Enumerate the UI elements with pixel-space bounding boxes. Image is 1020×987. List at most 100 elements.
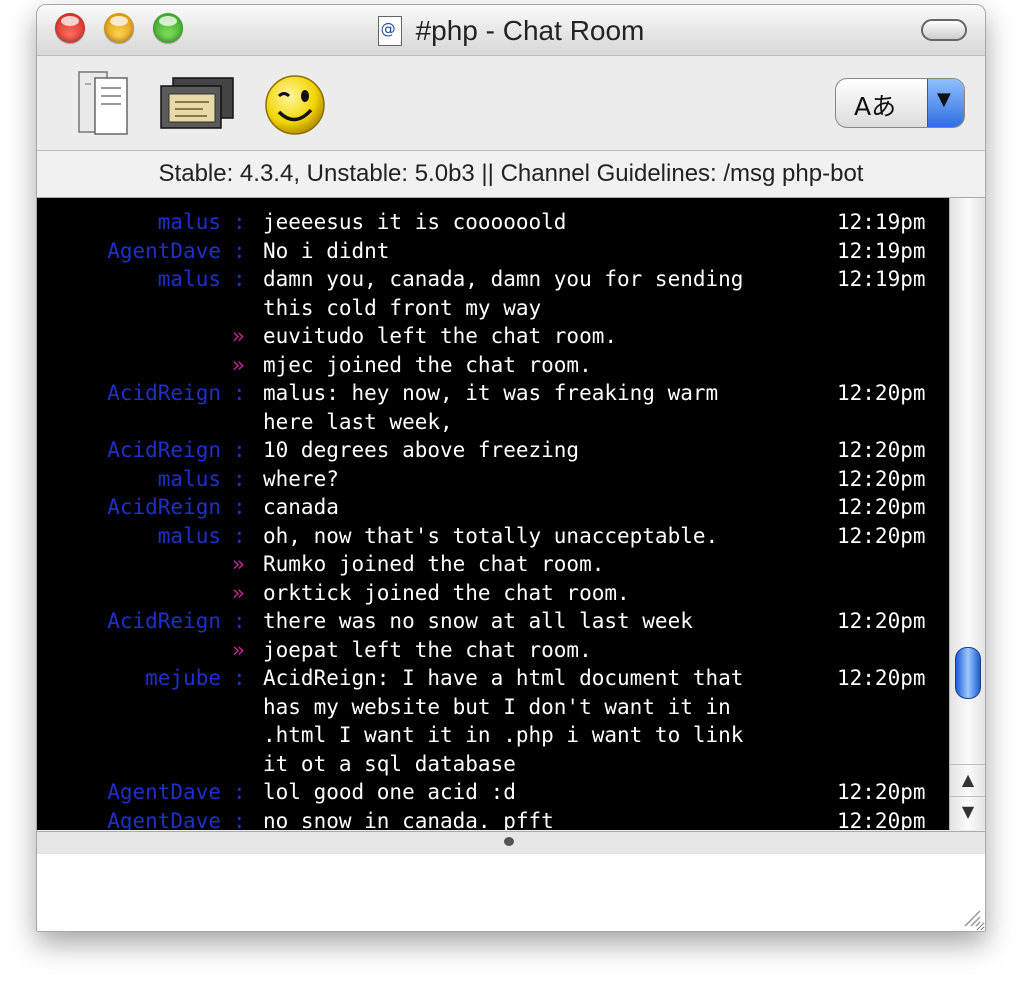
chat-message-row: malus: oh, now that's totally unacceptabl… bbox=[37, 524, 949, 552]
message-text: .html I want it in .php i want to link bbox=[263, 723, 744, 747]
message-nick[interactable]: malus bbox=[37, 524, 221, 548]
message-text: AcidReign: I have a html document that bbox=[263, 666, 744, 690]
chat-transcript[interactable]: malus: jeeeesus it is coooooold 12:19pm Age… bbox=[37, 198, 949, 830]
message-text: lol good one acid :d bbox=[263, 780, 516, 804]
chevron-down-glyph: ▼ bbox=[937, 89, 951, 110]
smiley-emoticon-icon[interactable] bbox=[263, 74, 327, 136]
message-timestamp: 12:20pm bbox=[837, 438, 926, 462]
scrollbar-thumb[interactable] bbox=[955, 647, 981, 700]
message-timestamp: 12:19pm bbox=[837, 210, 926, 234]
message-timestamp: 12:20pm bbox=[837, 780, 926, 804]
chat-message-row: this cold front my way bbox=[37, 296, 949, 324]
system-message-row: » orktick joined the chat room. bbox=[37, 581, 949, 609]
message-nick[interactable]: malus bbox=[37, 467, 221, 491]
resize-grip-icon[interactable] bbox=[961, 907, 981, 927]
chat-scrollbar[interactable]: ▲ ▼ bbox=[949, 198, 985, 830]
toolbar: Aあ ▼ bbox=[37, 56, 985, 151]
message-text: mjec joined the chat room. bbox=[263, 352, 592, 377]
user-list-drawer-icon[interactable] bbox=[77, 68, 131, 136]
system-arrow-icon: » bbox=[232, 552, 245, 576]
nick-separator: : bbox=[233, 609, 246, 633]
system-message-row: » Rumko joined the chat room. bbox=[37, 552, 949, 580]
chat-message-row: here last week, bbox=[37, 410, 949, 438]
splitter-handle-icon[interactable] bbox=[504, 837, 514, 846]
message-text: damn you, canada, damn you for sending bbox=[263, 267, 744, 291]
message-text: No i didnt bbox=[263, 238, 390, 263]
nick-separator: : bbox=[233, 495, 246, 519]
scroll-up-button[interactable]: ▲ bbox=[950, 764, 985, 795]
nick-separator: : bbox=[233, 238, 246, 263]
message-nick[interactable]: malus bbox=[37, 267, 221, 291]
message-timestamp: 12:20pm bbox=[837, 466, 926, 491]
message-text: here last week, bbox=[263, 409, 453, 434]
message-input[interactable] bbox=[37, 854, 985, 931]
message-timestamp: 12:20pm bbox=[837, 808, 926, 831]
chat-message-row: has my website but I don't want it in bbox=[37, 695, 949, 723]
message-timestamp: 12:19pm bbox=[837, 238, 926, 263]
system-message-row: » mjec joined the chat room. bbox=[37, 353, 949, 381]
system-arrow-icon: » bbox=[232, 324, 245, 348]
chat-message-row: AgentDave: no snow in canada. pfft 12:20pm bbox=[37, 809, 949, 831]
message-nick[interactable]: malus bbox=[37, 210, 221, 234]
message-text: joepat left the chat room. bbox=[263, 637, 592, 662]
channel-topic: Stable: 4.3.4, Unstable: 5.0b3 || Channe… bbox=[37, 151, 985, 198]
chat-message-row: malus: jeeeesus it is coooooold 12:19pm bbox=[37, 210, 949, 238]
chat-window: @ #php - Chat Room Aあ ▼ Stable: 4.3.4, U… bbox=[36, 4, 986, 932]
chat-message-row: AgentDave: lol good one acid :d 12:20pm bbox=[37, 780, 949, 808]
message-nick[interactable]: AgentDave bbox=[37, 239, 221, 263]
chevron-down-icon[interactable]: ▼ bbox=[927, 79, 964, 127]
input-language-label: Aあ bbox=[854, 92, 897, 121]
message-text: oh, now that's totally unacceptable. bbox=[263, 523, 719, 548]
message-text: where? bbox=[263, 466, 339, 491]
message-text: malus: hey now, it was freaking warm bbox=[263, 381, 719, 405]
document-icon-glyph: @ bbox=[380, 20, 396, 38]
input-language-menu[interactable]: Aあ ▼ bbox=[835, 78, 965, 128]
chat-message-row: AcidReign: canada 12:20pm bbox=[37, 495, 949, 523]
chat-message-row: malus: where? 12:20pm bbox=[37, 467, 949, 495]
system-message-row: » euvitudo left the chat room. bbox=[37, 324, 949, 352]
message-text: jeeeesus it is coooooold bbox=[263, 210, 567, 234]
system-arrow-icon: » bbox=[232, 637, 245, 662]
system-message-row: » joepat left the chat room. bbox=[37, 638, 949, 666]
chat-message-row: malus: damn you, canada, damn you for sen… bbox=[37, 267, 949, 295]
message-nick[interactable]: AgentDave bbox=[37, 809, 221, 831]
chat-message-row: it ot a sql database bbox=[37, 752, 949, 780]
message-text: it ot a sql database bbox=[263, 751, 516, 776]
message-nick[interactable]: AcidReign bbox=[37, 438, 221, 462]
nick-separator: : bbox=[233, 523, 246, 548]
message-text: there was no snow at all last week bbox=[263, 609, 693, 633]
window-title: #php - Chat Room bbox=[415, 15, 645, 46]
message-nick[interactable]: mejube bbox=[37, 666, 221, 690]
chat-windows-icon[interactable] bbox=[159, 76, 235, 130]
message-timestamp: 12:20pm bbox=[837, 495, 926, 519]
message-text: euvitudo left the chat room. bbox=[263, 324, 618, 348]
message-text: this cold front my way bbox=[263, 295, 542, 320]
title-bar[interactable]: @ #php - Chat Room bbox=[37, 5, 985, 56]
message-nick[interactable]: AcidReign bbox=[37, 609, 221, 633]
toolbar-toggle-button[interactable] bbox=[921, 19, 967, 41]
nick-separator: : bbox=[233, 210, 246, 234]
nick-separator: : bbox=[233, 808, 246, 831]
nick-separator: : bbox=[233, 381, 246, 405]
nick-separator: : bbox=[233, 466, 246, 491]
message-timestamp: 12:20pm bbox=[837, 609, 926, 633]
nick-separator: : bbox=[233, 666, 246, 690]
system-arrow-icon: » bbox=[232, 580, 245, 605]
nick-separator: : bbox=[233, 438, 246, 462]
message-text: orktick joined the chat room. bbox=[263, 580, 630, 605]
nick-separator: : bbox=[233, 780, 246, 804]
system-arrow-icon: » bbox=[232, 352, 245, 377]
message-nick[interactable]: AgentDave bbox=[37, 780, 221, 804]
message-text: canada bbox=[263, 495, 339, 519]
message-timestamp: 12:20pm bbox=[837, 381, 926, 405]
chat-message-row: AcidReign: there was no snow at all last … bbox=[37, 609, 949, 637]
pane-splitter[interactable] bbox=[37, 831, 985, 855]
message-text: 10 degrees above freezing bbox=[263, 438, 580, 462]
scroll-down-button[interactable]: ▼ bbox=[950, 796, 985, 827]
window-title-wrap: @ #php - Chat Room bbox=[37, 15, 985, 47]
message-text: Rumko joined the chat room. bbox=[263, 552, 605, 576]
chat-message-row: .html I want it in .php i want to link bbox=[37, 723, 949, 751]
message-nick[interactable]: AcidReign bbox=[37, 495, 221, 519]
message-nick[interactable]: AcidReign bbox=[37, 381, 221, 405]
message-timestamp: 12:19pm bbox=[837, 267, 926, 291]
